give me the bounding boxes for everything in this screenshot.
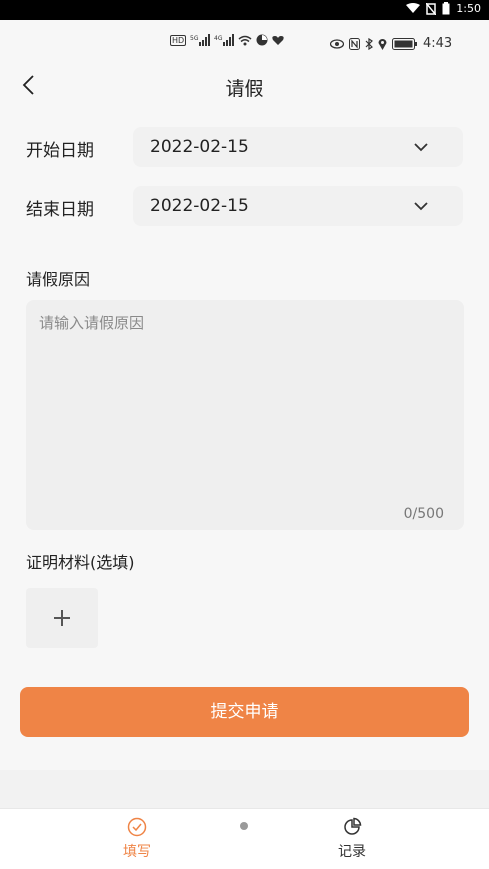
phone-time: 4:43	[423, 36, 453, 51]
heart-icon	[272, 35, 284, 45]
submit-button[interactable]: 提交申请	[20, 687, 469, 737]
end-date-label: 结束日期	[26, 200, 94, 220]
proof-label: 证明材料(选填)	[26, 553, 135, 572]
battery-icon	[392, 37, 417, 50]
page-title: 请假	[225, 78, 264, 100]
eye-icon	[330, 38, 344, 49]
bluetooth-icon	[365, 37, 373, 50]
wifi-icon	[238, 35, 252, 45]
nfc-icon	[349, 37, 360, 50]
start-date-select[interactable]: 2022-02-15	[133, 127, 463, 167]
start-date-value: 2022-02-15	[150, 137, 249, 157]
add-attachment-button[interactable]	[26, 588, 98, 648]
chevron-down-icon	[414, 202, 428, 211]
tab-records-label: 记录	[338, 844, 366, 860]
app-icon	[256, 34, 268, 46]
phone-status-left: HD 5G 4G	[170, 34, 284, 46]
end-date-select[interactable]: 2022-02-15	[133, 186, 463, 226]
svg-text:5G: 5G	[190, 35, 199, 42]
no-sim-icon	[426, 2, 437, 15]
location-icon	[378, 38, 387, 50]
char-counter: 0/500	[403, 506, 444, 522]
indicator-dot	[240, 822, 248, 830]
tab-fill-label: 填写	[123, 844, 151, 860]
system-status-bar: 1:50	[0, 0, 489, 20]
tabbar-spacer	[0, 770, 489, 808]
tab-records[interactable]: 记录	[312, 817, 392, 861]
reason-label: 请假原因	[26, 270, 91, 289]
check-circle-icon	[127, 817, 147, 837]
chevron-down-icon	[414, 143, 428, 152]
svg-text:4G: 4G	[214, 35, 223, 42]
pie-chart-icon	[344, 817, 362, 835]
phone-status-right: 4:43	[330, 36, 452, 51]
reason-box: 0/500	[26, 300, 464, 530]
start-date-label: 开始日期	[26, 141, 94, 161]
reason-input[interactable]	[39, 312, 449, 502]
battery-icon	[442, 2, 450, 15]
signal-4g-icon: 4G	[214, 34, 235, 46]
bottom-tab-bar: 填写 记录	[0, 808, 489, 869]
system-status-right: 1:50	[406, 2, 481, 15]
system-time: 1:50	[456, 2, 481, 15]
hd-icon: HD	[170, 34, 187, 46]
tab-fill[interactable]: 填写	[97, 817, 177, 861]
wifi-icon	[406, 3, 421, 13]
phone-status-bar: HD 5G 4G 4:43	[0, 20, 489, 66]
end-date-value: 2022-02-15	[150, 196, 249, 216]
signal-5g-icon: 5G	[190, 34, 211, 46]
nav-bar: 请假	[0, 66, 489, 106]
form-content: 开始日期 2022-02-15 结束日期 2022-02-15 请假原因 0/5…	[0, 106, 489, 770]
